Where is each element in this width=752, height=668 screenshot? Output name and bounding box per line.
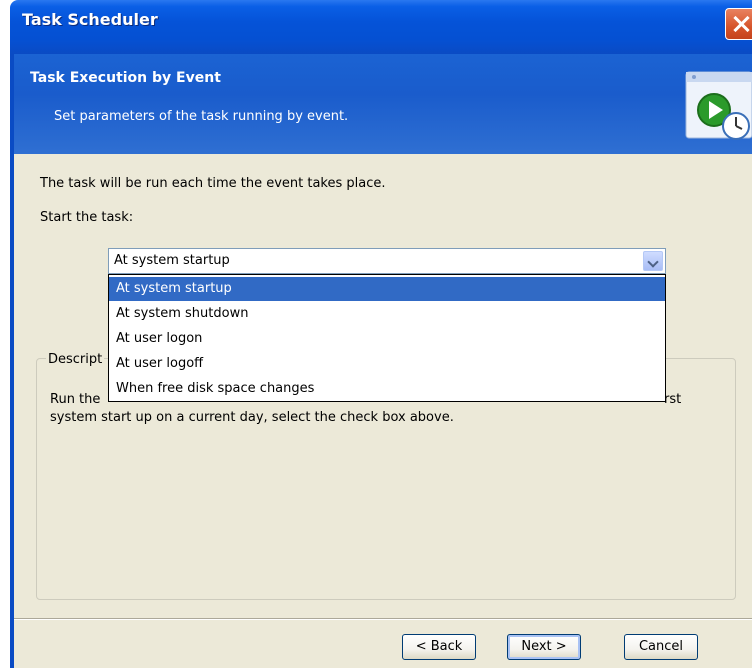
description-line1-end: rst [664, 392, 682, 407]
start-event-dropdown-list: At system startup At system shutdown At … [108, 274, 666, 402]
header-title: Task Execution by Event [30, 70, 221, 86]
window-title: Task Scheduler [22, 10, 158, 29]
button-separator [14, 618, 752, 620]
list-item-user-logoff[interactable]: At user logoff [109, 352, 665, 376]
close-button[interactable] [725, 8, 752, 40]
description-label: Descript [46, 350, 105, 370]
list-item-system-startup[interactable]: At system startup [109, 277, 665, 301]
list-item-user-logon[interactable]: At user logon [109, 327, 665, 351]
intro-text: The task will be run each time the event… [40, 176, 386, 191]
scheduler-clock-icon [685, 71, 752, 140]
description-line1-start: Run the [50, 392, 101, 407]
description-line2: system start up on a current day, select… [50, 410, 454, 425]
combo-value: At system startup [114, 253, 230, 268]
next-button[interactable]: Next > [507, 634, 581, 660]
header-subtitle: Set parameters of the task running by ev… [54, 109, 349, 124]
cancel-button[interactable]: Cancel [624, 634, 698, 660]
start-task-label: Start the task: [40, 210, 134, 225]
back-button[interactable]: < Back [402, 634, 476, 660]
list-item-disk-space-changes[interactable]: When free disk space changes [109, 377, 665, 401]
list-item-system-shutdown[interactable]: At system shutdown [109, 302, 665, 326]
wizard-header: Task Execution by Event Set parameters o… [14, 54, 752, 154]
chevron-down-icon[interactable] [643, 251, 663, 271]
title-bar[interactable]: Task Scheduler [10, 0, 752, 54]
task-scheduler-window: Task Scheduler Task Execution by Event S… [0, 0, 752, 668]
start-event-combo[interactable]: At system startup [108, 248, 666, 274]
